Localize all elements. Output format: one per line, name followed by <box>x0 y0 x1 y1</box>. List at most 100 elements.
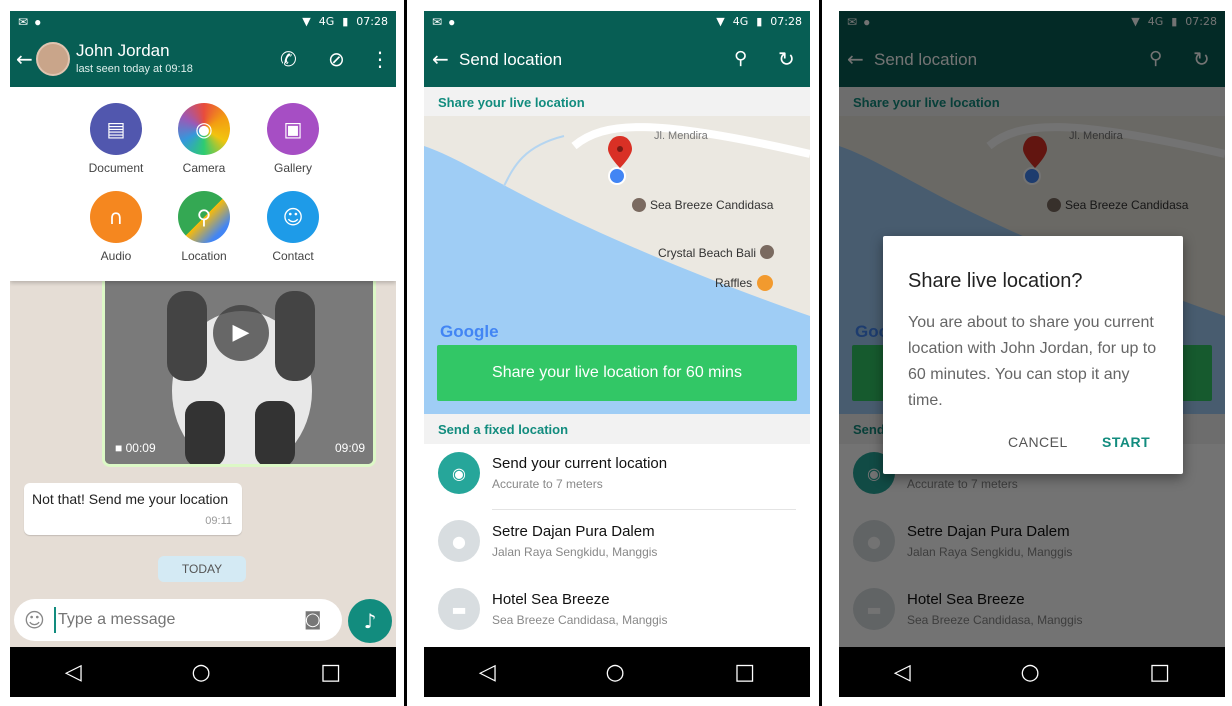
page-title: Send location <box>459 50 563 69</box>
more-options-icon[interactable]: ⋮ <box>370 47 390 71</box>
share-live-location-button[interactable]: Share your live location for 60 mins <box>437 345 797 401</box>
attach-gallery[interactable]: ▣ Gallery <box>253 103 333 175</box>
android-nav-bar: ◁ ○ □ <box>839 647 1225 697</box>
back-nav-icon[interactable]: ◁ <box>65 660 82 685</box>
send-location-screen: ✉ ● ▼ 4G ▮ 07:28 ← Send location ⚲ ↻ Share y… <box>424 11 810 697</box>
chat-header: ← John Jordan last seen today at 09:18 ✆… <box>10 35 396 87</box>
gmail-icon: ✉ <box>18 15 29 29</box>
back-arrow-icon[interactable]: ← <box>16 47 33 71</box>
recents-nav-icon[interactable]: □ <box>734 660 755 685</box>
chat-notify-icon: ● <box>448 15 456 29</box>
message-text: Not that! Send me your location <box>32 491 229 507</box>
place-pin-icon: ● <box>438 520 480 562</box>
message-time: 09:11 <box>205 515 232 527</box>
map-place-label: Sea Breeze Candidasa <box>650 198 774 212</box>
hotel-bed-icon: ▬ <box>438 588 480 630</box>
last-seen: last seen today at 09:18 <box>76 63 193 75</box>
date-chip: TODAY <box>158 556 246 582</box>
location-item-current[interactable]: ◉ Send your current location Accurate to… <box>424 444 810 510</box>
search-icon[interactable]: ⚲ <box>734 48 747 69</box>
location-title: Send your current location <box>492 455 668 472</box>
attach-document[interactable]: ▤ Document <box>76 103 156 175</box>
location-subtitle: Accurate to 7 meters <box>492 477 603 491</box>
map-street-label: Jl. Mendira <box>654 130 708 142</box>
contact-icon: ☺ <box>267 191 319 243</box>
message-input-bar: ☺ ◙ <box>14 599 342 641</box>
message-input[interactable] <box>54 607 294 633</box>
battery-icon: ▮ <box>342 15 349 28</box>
home-nav-icon[interactable]: ○ <box>605 660 624 685</box>
share-live-location-dialog: Share live location? You are about to sh… <box>883 236 1183 474</box>
video-time: 09:09 <box>334 441 365 455</box>
refresh-icon[interactable]: ↻ <box>778 47 795 71</box>
cancel-button[interactable]: CANCEL <box>1008 434 1068 450</box>
video-duration-text: 00:09 <box>125 441 156 455</box>
status-bar: ✉ ● ▼ 4G ▮ 07:28 <box>424 11 810 35</box>
back-nav-icon[interactable]: ◁ <box>479 660 496 685</box>
status-bar: ✉ ● ▼ 4G ▮ 07:28 <box>10 11 396 35</box>
play-icon[interactable]: ▶ <box>213 305 269 361</box>
attach-camera[interactable]: ◉ Camera <box>164 103 244 175</box>
fixed-section-header: Send a fixed location <box>424 414 810 444</box>
dialog-title: Share live location? <box>908 270 1083 292</box>
attach-location[interactable]: ⚲ Location <box>164 191 244 263</box>
map-place-label: Raffles <box>715 276 753 290</box>
avatar[interactable] <box>36 42 70 76</box>
video-duration: ■ 00:09 <box>115 441 156 455</box>
location-item-place[interactable]: ● Setre Dajan Pura Dalem Jalan Raya Seng… <box>424 512 810 578</box>
camera-icon: ◉ <box>178 103 230 155</box>
recents-nav-icon[interactable]: □ <box>1149 660 1170 685</box>
attach-audio[interactable]: ∩ Audio <box>76 191 156 263</box>
panel-divider <box>819 0 822 706</box>
location-title: Setre Dajan Pura Dalem <box>492 523 655 540</box>
video-camera-icon: ■ <box>115 441 126 455</box>
emoji-icon[interactable]: ☺ <box>24 608 45 632</box>
attach-menu: ▤ Document ◉ Camera ▣ Gallery ∩ Audio ⚲ Locat… <box>10 87 396 281</box>
live-section-header: Share your live location <box>424 87 810 117</box>
attach-label: Audio <box>100 249 132 263</box>
android-nav-bar: ◁ ○ □ <box>424 647 810 697</box>
location-item-hotel[interactable]: ▬ Hotel Sea Breeze Sea Breeze Candidasa,… <box>424 580 810 646</box>
start-button[interactable]: START <box>1102 434 1150 450</box>
document-icon: ▤ <box>90 103 142 155</box>
location-icon: ⚲ <box>178 191 230 243</box>
list-divider <box>492 509 796 510</box>
location-header: ← Send location ⚲ ↻ <box>424 35 810 87</box>
headphones-icon: ∩ <box>90 191 142 243</box>
attach-label: Gallery <box>273 161 312 175</box>
mic-button[interactable]: ♪ <box>348 599 392 643</box>
recents-nav-icon[interactable]: □ <box>320 660 341 685</box>
attach-contact[interactable]: ☺ Contact <box>253 191 333 263</box>
back-arrow-icon[interactable]: ← <box>432 47 449 71</box>
google-logo: Google <box>440 322 499 341</box>
paperclip-icon[interactable]: ⊘ <box>328 47 345 71</box>
share-dialog-screen: ✉● ▼4G▮07:28 ← Send location ⚲ ↻ Share y… <box>839 11 1225 697</box>
incoming-message[interactable]: Not that! Send me your location 09:11 <box>24 483 242 535</box>
gallery-icon: ▣ <box>267 103 319 155</box>
map-place-label: Crystal Beach Bali <box>658 246 757 260</box>
panel-divider <box>404 0 407 706</box>
mic-icon: ♪ <box>363 609 377 633</box>
camera-icon[interactable]: ◙ <box>304 609 321 630</box>
location-title: Hotel Sea Breeze <box>492 591 610 608</box>
wifi-icon: ▼ <box>302 15 311 28</box>
home-nav-icon[interactable]: ○ <box>191 660 210 685</box>
network-label: 4G <box>732 15 749 28</box>
clock: 07:28 <box>356 15 388 28</box>
chat-screen: ✉ ● ▼ 4G ▮ 07:28 ← John Jordan last seen tod… <box>10 11 396 697</box>
clock: 07:28 <box>770 15 802 28</box>
chat-notify-icon: ● <box>34 15 42 29</box>
back-nav-icon[interactable]: ◁ <box>894 660 911 685</box>
video-message[interactable]: ▶ ■ 00:09 09:09 <box>102 281 376 467</box>
contact-name[interactable]: John Jordan <box>76 41 170 61</box>
attach-label: Document <box>88 161 144 175</box>
location-subtitle: Jalan Raya Sengkidu, Manggis <box>492 545 658 559</box>
network-label: 4G <box>318 15 335 28</box>
dialog-body: You are about to share you current locat… <box>908 314 1157 409</box>
android-nav-bar: ◁ ○ □ <box>10 647 396 697</box>
location-subtitle: Sea Breeze Candidasa, Manggis <box>492 613 668 627</box>
current-location-icon: ◉ <box>438 452 480 494</box>
phone-icon[interactable]: ✆ <box>280 47 297 71</box>
battery-icon: ▮ <box>756 15 763 28</box>
home-nav-icon[interactable]: ○ <box>1020 660 1039 685</box>
